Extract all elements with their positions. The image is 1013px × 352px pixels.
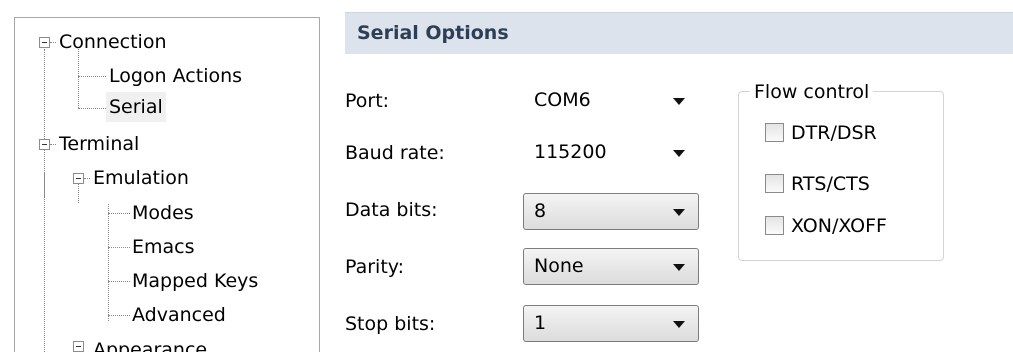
xon-xoff-checkbox[interactable] bbox=[765, 216, 784, 235]
data-bits-dropdown[interactable]: 8 bbox=[523, 193, 699, 230]
stop-bits-value: 1 bbox=[534, 312, 547, 334]
collapse-icon[interactable] bbox=[73, 341, 84, 352]
collapse-icon[interactable] bbox=[39, 139, 50, 150]
port-combobox[interactable]: COM6 bbox=[523, 82, 699, 119]
tree-connector bbox=[50, 42, 56, 43]
tree-item-emacs[interactable]: Emacs bbox=[132, 232, 195, 262]
tree-connector bbox=[78, 108, 106, 109]
collapse-icon[interactable] bbox=[39, 37, 50, 48]
tree-connector bbox=[78, 49, 79, 108]
options-tree[interactable]: Connection Logon Actions Serial Terminal… bbox=[14, 17, 320, 352]
tree-item-advanced[interactable]: Advanced bbox=[132, 300, 226, 330]
xon-xoff-label: XON/XOFF bbox=[791, 215, 887, 237]
tree-item-appearance[interactable]: Appearance bbox=[93, 335, 207, 352]
tree-connector bbox=[84, 178, 90, 179]
collapse-icon[interactable] bbox=[73, 173, 84, 184]
rts-cts-checkbox[interactable] bbox=[765, 174, 784, 193]
baud-rate-combobox[interactable]: 115200 bbox=[523, 134, 699, 171]
baud-rate-value: 115200 bbox=[534, 141, 607, 163]
chevron-down-icon bbox=[673, 209, 685, 216]
tree-item-serial[interactable]: Serial bbox=[106, 92, 166, 122]
chevron-down-icon bbox=[673, 264, 685, 271]
panel-title: Serial Options bbox=[357, 22, 509, 44]
tree-connector bbox=[50, 144, 56, 145]
tree-connector bbox=[108, 281, 130, 282]
tree-connector bbox=[78, 76, 106, 77]
baud-rate-label: Baud rate: bbox=[345, 142, 445, 164]
parity-dropdown[interactable]: None bbox=[523, 248, 699, 285]
port-value: COM6 bbox=[534, 89, 591, 111]
tree-item-terminal[interactable]: Terminal bbox=[59, 129, 139, 159]
tree-item-label: Terminal bbox=[59, 133, 140, 155]
tree-connector bbox=[108, 315, 130, 316]
flow-control-legend: Flow control bbox=[750, 80, 874, 104]
tree-item-label: Modes bbox=[132, 202, 194, 224]
tree-item-label: Advanced bbox=[132, 304, 226, 326]
tree-item-connection[interactable]: Connection bbox=[59, 27, 167, 57]
panel-header: Serial Options bbox=[345, 12, 1013, 54]
tree-connector bbox=[108, 213, 130, 214]
stop-bits-dropdown[interactable]: 1 bbox=[523, 305, 699, 342]
tree-item-emulation[interactable]: Emulation bbox=[93, 163, 189, 193]
chevron-down-icon[interactable] bbox=[673, 150, 685, 157]
parity-value: None bbox=[534, 255, 584, 277]
dtr-dsr-checkbox[interactable] bbox=[765, 123, 784, 142]
stop-bits-label: Stop bits: bbox=[345, 313, 436, 335]
tree-item-label: Serial bbox=[106, 92, 166, 122]
tree-item-mapped-keys[interactable]: Mapped Keys bbox=[132, 266, 258, 296]
tree-item-label: Connection bbox=[59, 31, 167, 53]
tree-item-label: Mapped Keys bbox=[132, 270, 259, 292]
tree-connector bbox=[108, 247, 130, 248]
chevron-down-icon bbox=[673, 321, 685, 328]
tree-connector bbox=[44, 172, 45, 352]
parity-label: Parity: bbox=[345, 256, 405, 278]
data-bits-label: Data bits: bbox=[345, 199, 438, 221]
tree-connector bbox=[108, 204, 109, 321]
dtr-dsr-label: DTR/DSR bbox=[791, 122, 877, 144]
tree-item-label: Logon Actions bbox=[109, 65, 243, 87]
tree-item-label: Emacs bbox=[132, 236, 195, 258]
tree-item-logon-actions[interactable]: Logon Actions bbox=[109, 61, 242, 91]
port-label: Port: bbox=[345, 90, 390, 112]
tree-item-label: Emulation bbox=[93, 167, 189, 189]
tree-item-label: Appearance bbox=[93, 339, 208, 352]
rts-cts-label: RTS/CTS bbox=[791, 173, 870, 195]
data-bits-value: 8 bbox=[534, 200, 547, 222]
tree-item-modes[interactable]: Modes bbox=[132, 198, 194, 228]
chevron-down-icon[interactable] bbox=[673, 98, 685, 105]
